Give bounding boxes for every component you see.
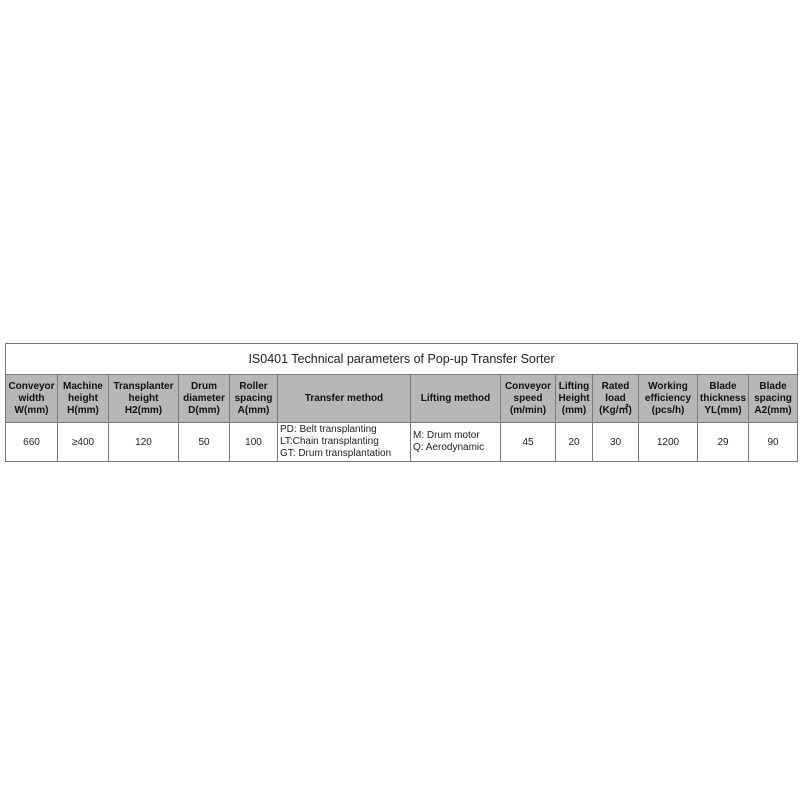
header-row: Conveyor width W(mm) Machine height H(mm) Tr… bbox=[5, 374, 799, 423]
cell-conveyor-speed: 45 bbox=[500, 422, 556, 462]
header-conveyor-speed: Conveyor speed (m/min) bbox=[500, 374, 556, 423]
spec-table: IS0401 Technical parameters of Pop-up Tr… bbox=[4, 343, 799, 462]
table-row: 660 ≥400 120 50 100 PD: Belt transplanti… bbox=[5, 422, 799, 462]
header-drum-diameter: Drum diameter D(mm) bbox=[178, 374, 230, 423]
lifting-option-m: M: Drum motor bbox=[413, 430, 480, 441]
cell-transplanter-height: 120 bbox=[108, 422, 179, 462]
header-transfer-method: Transfer method bbox=[277, 374, 411, 423]
header-roller-spacing: Roller spacing A(mm) bbox=[229, 374, 278, 423]
cell-transfer-method: PD: Belt transplanting LT:Chain transpla… bbox=[277, 422, 411, 462]
header-blade-spacing: Blade spacing A2(mm) bbox=[747, 374, 799, 423]
cell-working-efficiency: 1200 bbox=[638, 422, 698, 462]
header-lifting-method: Lifting method bbox=[410, 374, 501, 423]
cell-blade-thickness: 29 bbox=[697, 422, 749, 462]
cell-machine-height: ≥400 bbox=[57, 422, 109, 462]
cell-lifting-method: M: Drum motor Q: Aerodynamic bbox=[410, 422, 501, 462]
transfer-option-lt: LT:Chain transplanting bbox=[280, 436, 379, 447]
cell-drum-diameter: 50 bbox=[178, 422, 230, 462]
transfer-option-pd: PD: Belt transplanting bbox=[280, 424, 377, 435]
cell-roller-spacing: 100 bbox=[229, 422, 278, 462]
cell-blade-spacing: 90 bbox=[747, 422, 799, 462]
header-conveyor-width: Conveyor width W(mm) bbox=[5, 374, 58, 423]
header-blade-thickness: Blade thickness YL(mm) bbox=[697, 374, 749, 423]
header-lifting-height: Lifting Height (mm) bbox=[555, 374, 593, 423]
header-transplanter-height: Transplanter height H2(mm) bbox=[108, 374, 179, 423]
cell-conveyor-width: 660 bbox=[5, 422, 58, 462]
lifting-option-q: Q: Aerodynamic bbox=[413, 442, 485, 453]
table-title: IS0401 Technical parameters of Pop-up Tr… bbox=[4, 343, 799, 375]
cell-rated-load: 30 bbox=[592, 422, 639, 462]
header-rated-load: Rated load (Kg/㎡) bbox=[592, 374, 639, 423]
header-working-efficiency: Working efficiency (pcs/h) bbox=[638, 374, 698, 423]
transfer-option-gt: GT: Drum transplantation bbox=[280, 448, 392, 459]
header-machine-height: Machine height H(mm) bbox=[57, 374, 109, 423]
cell-lifting-height: 20 bbox=[555, 422, 593, 462]
